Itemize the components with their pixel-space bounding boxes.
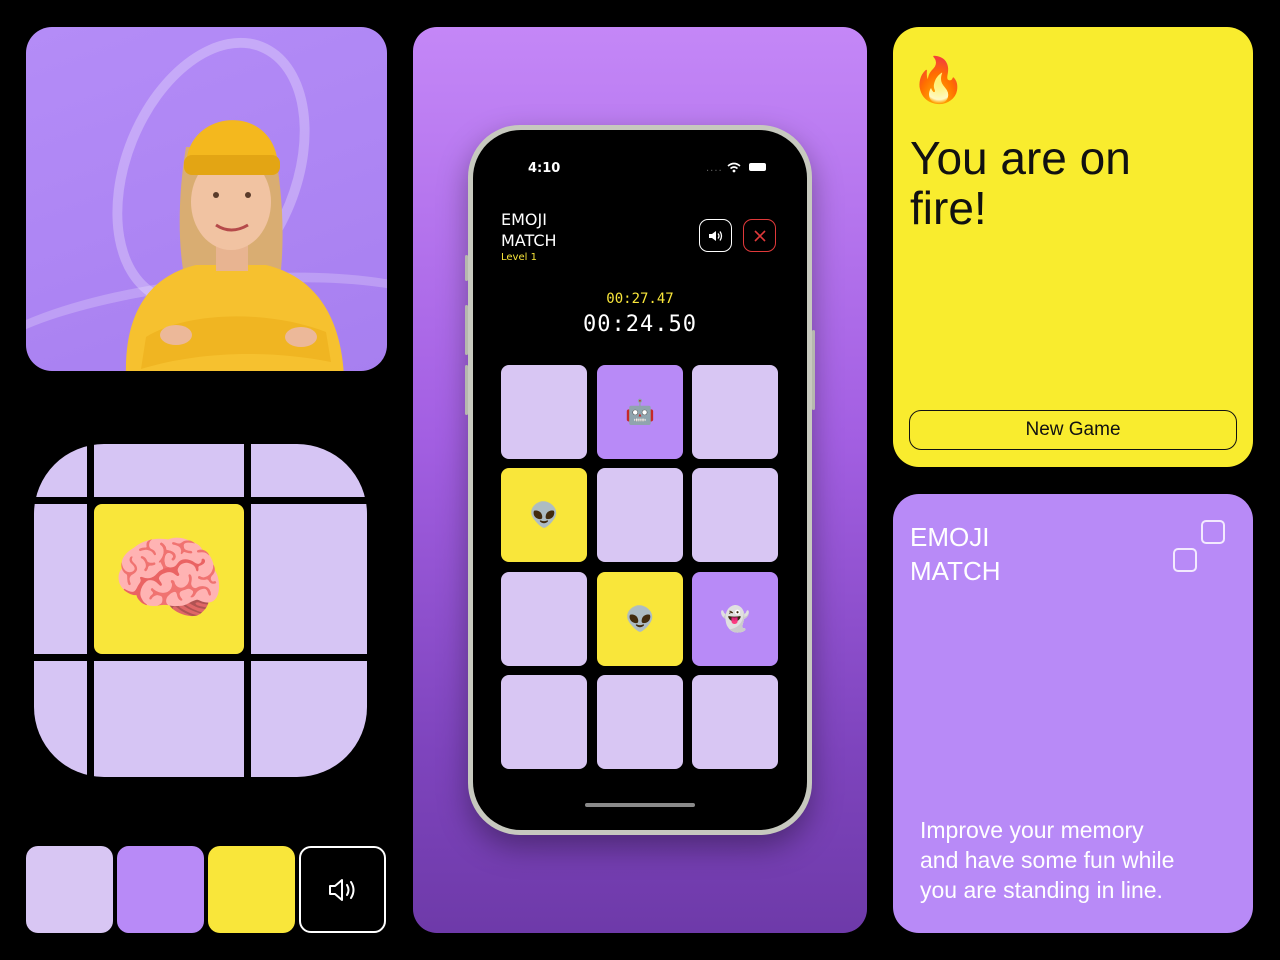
squares-logo-icon bbox=[1173, 520, 1227, 574]
brain-icon: 🧠 bbox=[111, 525, 227, 632]
woman-portrait bbox=[125, 120, 344, 371]
icon-grid-cell bbox=[34, 661, 87, 777]
icon-grid-cell bbox=[34, 444, 87, 497]
fire-icon: 🔥 bbox=[911, 55, 966, 106]
icon-grid-cell bbox=[94, 444, 244, 497]
tile-grid: 🤖 👽 👽 👻 bbox=[473, 130, 807, 830]
game-tile[interactable] bbox=[501, 675, 587, 769]
hero-photo-card bbox=[26, 27, 387, 371]
icon-grid-cell bbox=[251, 444, 367, 497]
home-indicator[interactable] bbox=[585, 803, 695, 807]
icon-grid-cell bbox=[94, 661, 244, 777]
game-tile[interactable] bbox=[692, 675, 778, 769]
fire-headline: You are on fire! bbox=[910, 132, 1131, 234]
icon-center-tile: 🧠 bbox=[94, 504, 244, 654]
color-swatch-lavender bbox=[26, 846, 113, 933]
app-icon-preview: 🧠 bbox=[34, 444, 367, 777]
ghost-icon: 👻 bbox=[720, 605, 750, 633]
game-tile[interactable]: 👽 bbox=[501, 468, 587, 562]
phone-screen: 4:10 ···· EMOJI MATCH Level 1 00:27.47 0… bbox=[473, 130, 807, 830]
game-tile[interactable] bbox=[692, 468, 778, 562]
info-title: EMOJI MATCH bbox=[910, 522, 1001, 586]
sound-swatch bbox=[299, 846, 386, 933]
game-tile[interactable] bbox=[501, 572, 587, 666]
info-card: EMOJI MATCH Improve your memory and have… bbox=[893, 494, 1253, 933]
alien-icon: 👽 bbox=[625, 605, 655, 633]
color-swatch-yellow bbox=[208, 846, 295, 933]
alien-icon: 👽 bbox=[529, 501, 559, 529]
game-tile[interactable] bbox=[597, 675, 683, 769]
icon-grid-cell bbox=[251, 504, 367, 654]
new-game-button[interactable]: New Game bbox=[909, 410, 1237, 450]
game-tile[interactable] bbox=[597, 468, 683, 562]
game-tile[interactable]: 🤖 bbox=[597, 365, 683, 459]
on-fire-card: 🔥 You are on fire! New Game bbox=[893, 27, 1253, 467]
game-tile[interactable] bbox=[501, 365, 587, 459]
icon-grid-cell bbox=[251, 661, 367, 777]
game-tile[interactable]: 👻 bbox=[692, 572, 778, 666]
game-tile[interactable]: 👽 bbox=[597, 572, 683, 666]
info-tagline: Improve your memory and have some fun wh… bbox=[920, 817, 1175, 903]
color-swatch-purple bbox=[117, 846, 204, 933]
game-tile[interactable] bbox=[692, 365, 778, 459]
icon-grid-cell bbox=[34, 504, 87, 654]
speaker-icon bbox=[328, 878, 354, 901]
robot-icon: 🤖 bbox=[625, 398, 655, 426]
